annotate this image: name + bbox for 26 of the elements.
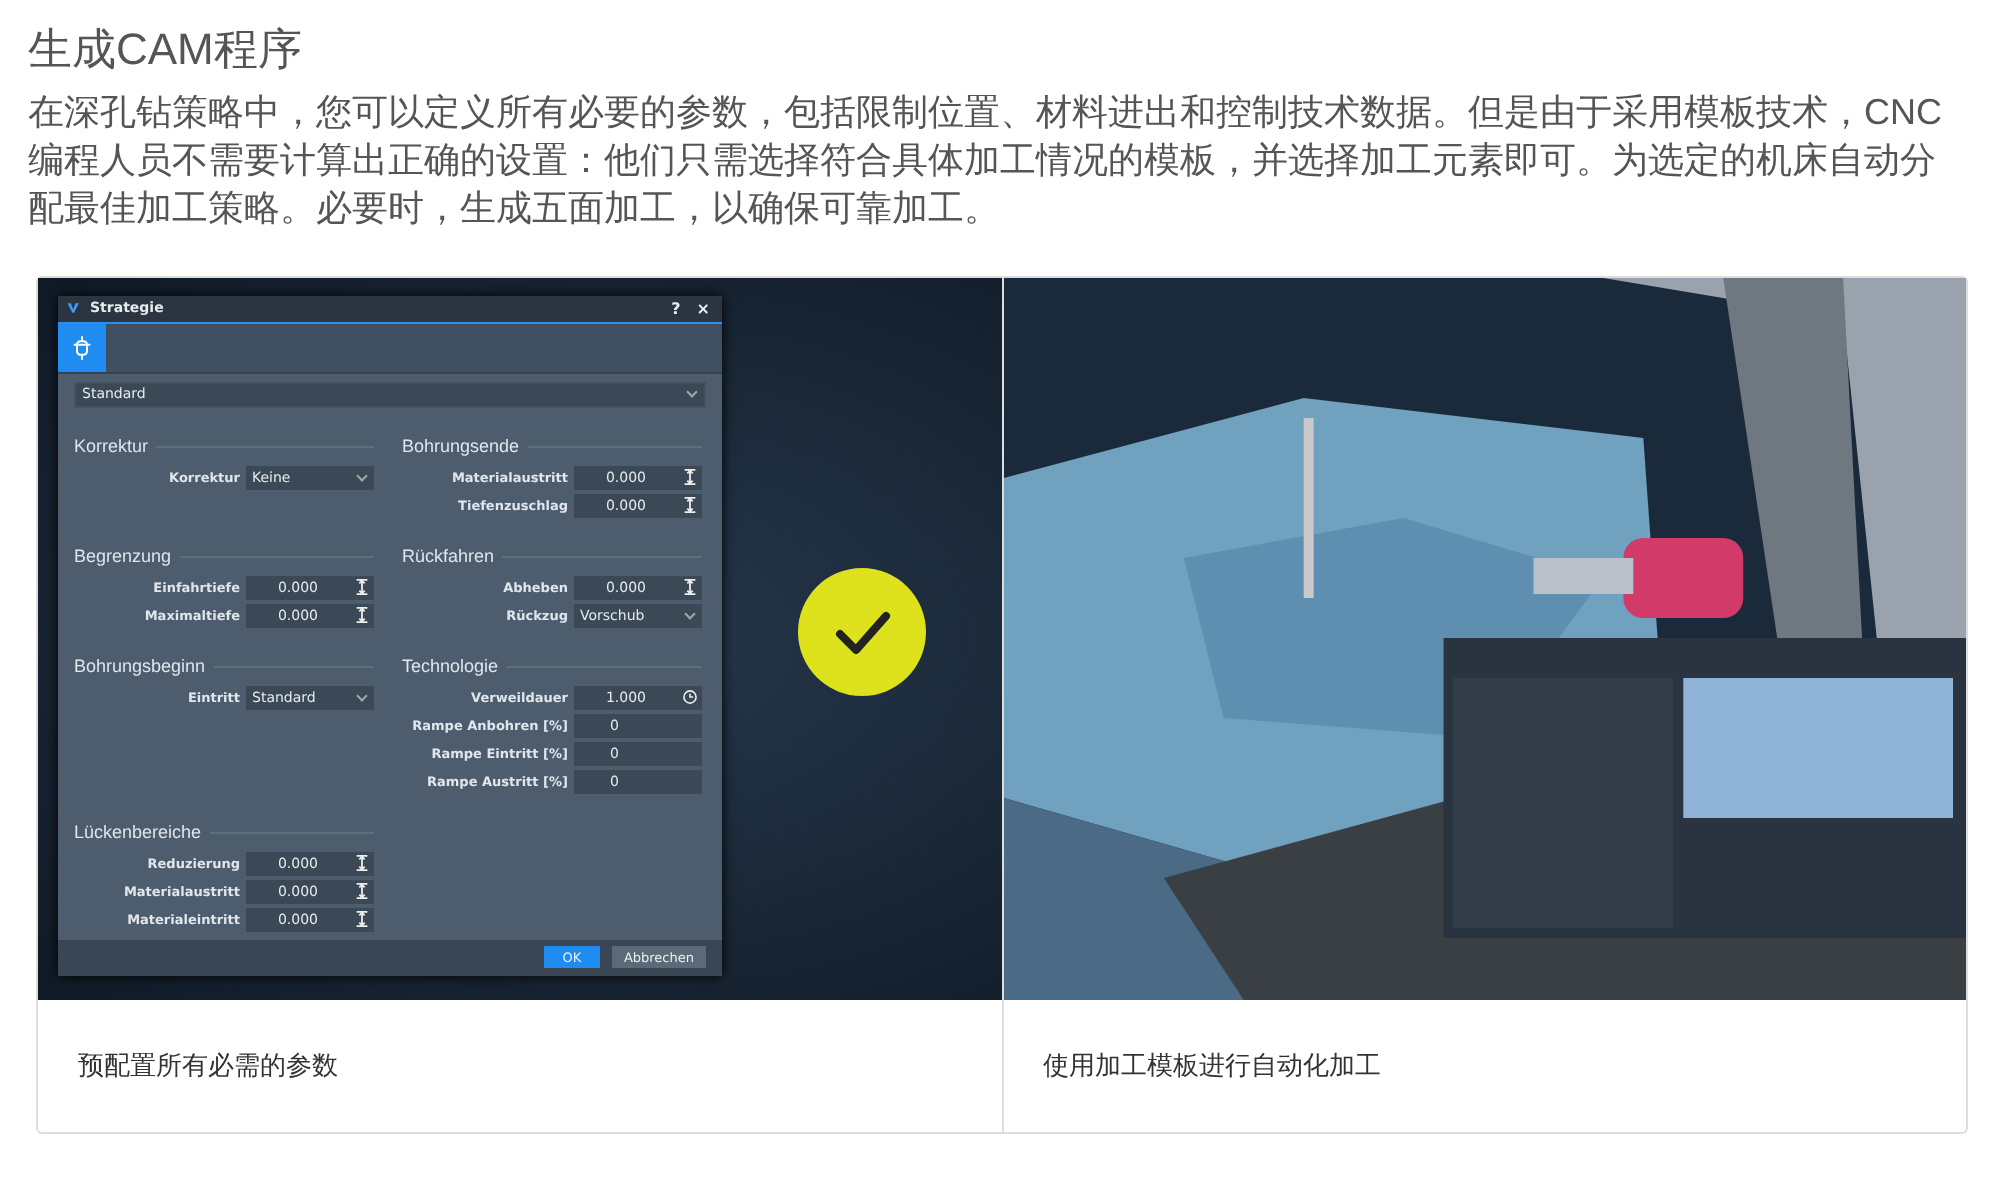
image-caption: 使用加工模板进行自动化加工 [1043, 1048, 1381, 1084]
group-heading: Technologie [402, 656, 499, 677]
page-title: 生成CAM程序 [28, 22, 304, 78]
drill-tab[interactable] [58, 323, 106, 372]
close-button[interactable]: × [692, 299, 714, 318]
intro-paragraph: 在深孔钻策略中，您可以定义所有必要的参数，包括限制位置、材料进出和控制技术数据。但是由于采用模板技术，CNC编程人员不需要计算出正确的设置：他们只需选择符合具体加工情况的模板，并选择加工元素即可。为选定的机床自动分配最佳加工策略。必要时，生成五面加工，以确保可靠加工。 [28, 90, 1944, 232]
spinner-icon [354, 854, 370, 873]
chevron-icon [686, 386, 698, 398]
help-button[interactable]: ? [667, 299, 685, 318]
group-heading: Korrektur [74, 436, 149, 457]
spinner-icon [682, 578, 698, 597]
spinner-icon [354, 578, 370, 597]
group-heading: Lückenbereiche [74, 822, 202, 843]
drill-icon [72, 335, 92, 360]
group-heading: Bohrungsbeginn [74, 656, 206, 677]
clock-icon [682, 688, 698, 707]
image-caption: 预配置所有必需的参数 [78, 1048, 338, 1084]
group-heading: Begrenzung [74, 546, 172, 567]
spinner-icon [354, 606, 370, 625]
group-heading: Bohrungsende [402, 436, 520, 457]
app-icon [66, 300, 82, 317]
group-heading: Rückfahren [402, 546, 495, 567]
spinner-icon [354, 882, 370, 901]
spinner-icon [354, 910, 370, 929]
spinner-icon [682, 496, 698, 515]
spinner-icon [682, 468, 698, 487]
